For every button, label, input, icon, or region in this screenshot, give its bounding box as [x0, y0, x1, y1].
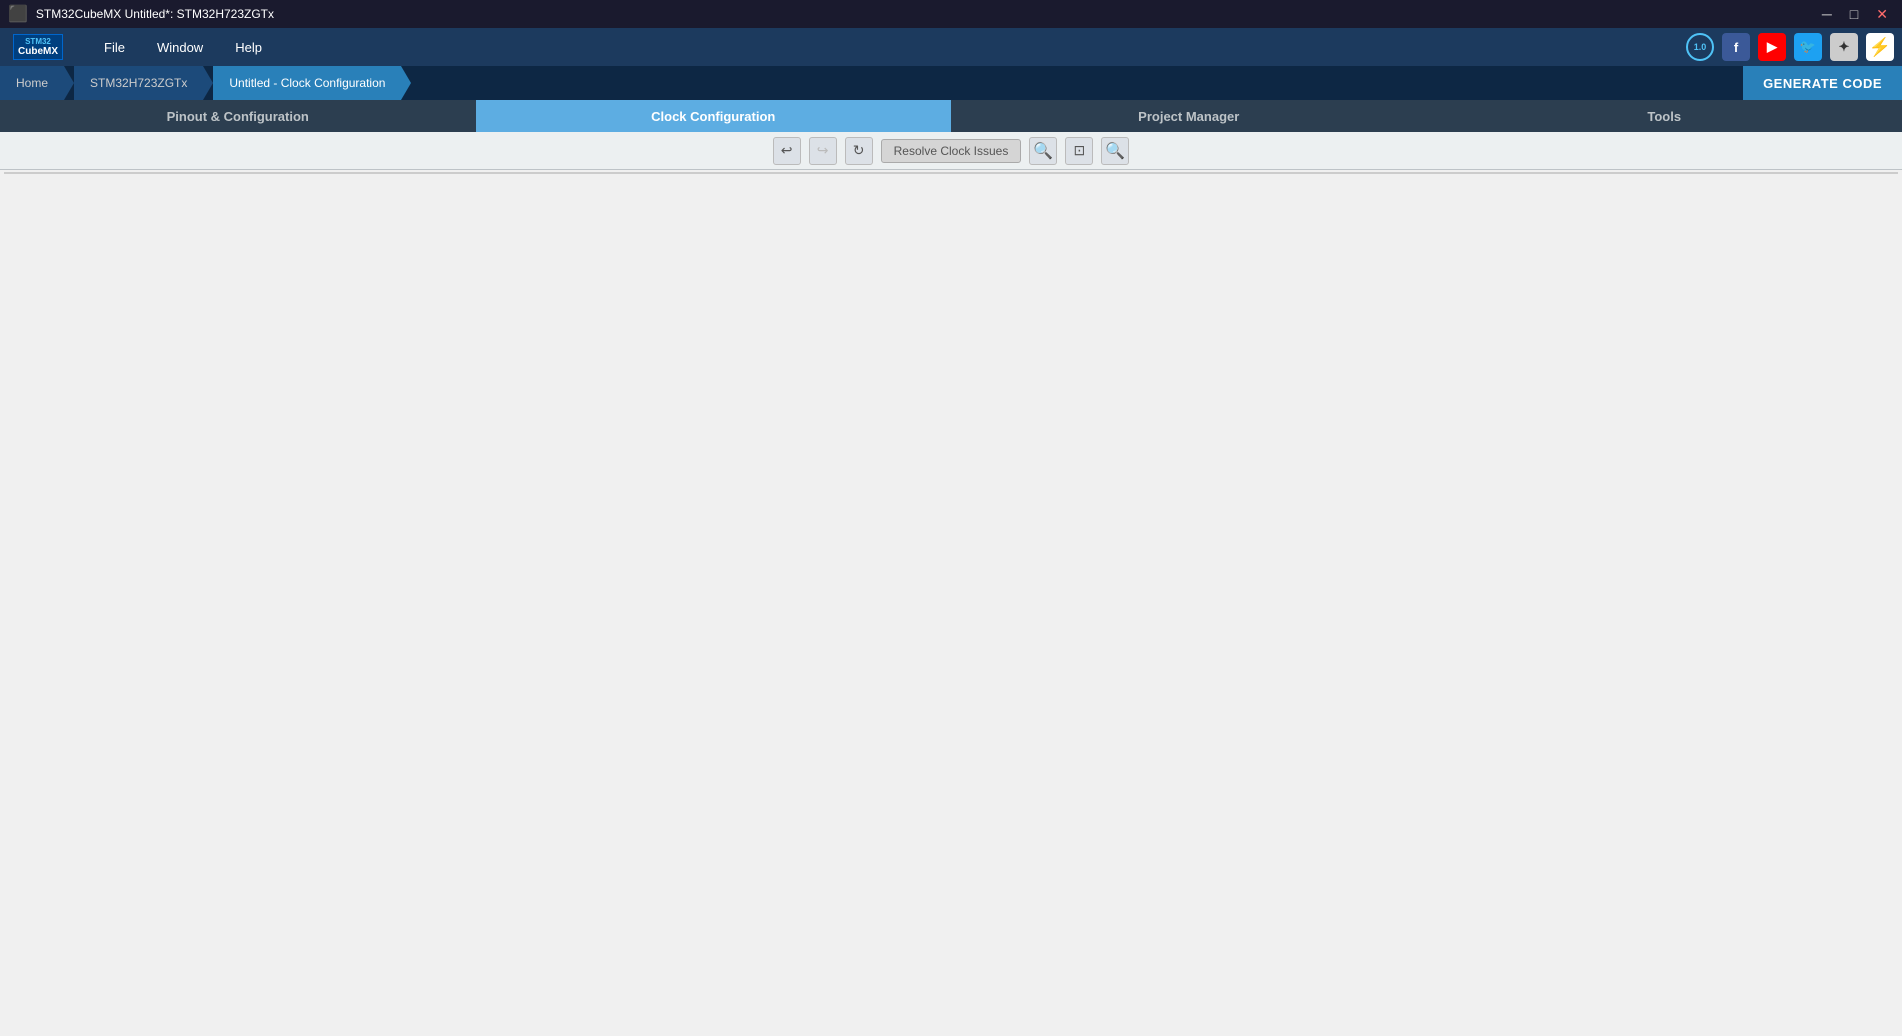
breadcrumb-config[interactable]: Untitled - Clock Configuration: [213, 66, 401, 100]
zoom-in-button[interactable]: 🔍: [1029, 137, 1057, 165]
refresh-button[interactable]: ↻: [845, 137, 873, 165]
app-logo: STM32 CubeMX: [8, 32, 68, 62]
menu-help[interactable]: Help: [219, 34, 278, 61]
close-btn[interactable]: ✕: [1870, 4, 1894, 25]
breadcrumb-arrow2: [203, 66, 213, 100]
twitter-icon[interactable]: 🐦: [1794, 33, 1822, 61]
zoom-out-button[interactable]: 🔍: [1101, 137, 1129, 165]
tab-bar: Pinout & Configuration Clock Configurati…: [0, 100, 1902, 132]
version-badge: 1.0: [1686, 33, 1714, 61]
title-bar-controls: ─ □ ✕: [1816, 4, 1894, 25]
app-icon: ⬛: [8, 4, 28, 24]
title-bar: ⬛ STM32CubeMX Untitled*: STM32H723ZGTx ─…: [0, 0, 1902, 28]
youtube-icon[interactable]: ▶: [1758, 33, 1786, 61]
window-title: STM32CubeMX Untitled*: STM32H723ZGTx: [36, 7, 274, 21]
tab-pinout[interactable]: Pinout & Configuration: [0, 100, 476, 132]
menu-window[interactable]: Window: [141, 34, 219, 61]
toolbar: ↩ ↪ ↻ Resolve Clock Issues 🔍 ⊡ 🔍: [0, 132, 1902, 170]
menu-bar: STM32 CubeMX File Window Help 1.0 f ▶ 🐦 …: [0, 28, 1902, 66]
star-icon[interactable]: ✦: [1830, 33, 1858, 61]
menu-right: 1.0 f ▶ 🐦 ✦ ⚡: [1686, 33, 1894, 61]
clock-diagram-area: Input frequency 32.768 0-1000 KHz LSI RC…: [4, 172, 1898, 174]
breadcrumb-device[interactable]: STM32H723ZGTx: [74, 66, 203, 100]
breadcrumb-nav: Home STM32H723ZGTx Untitled - Clock Conf…: [0, 66, 1902, 100]
redo-button[interactable]: ↪: [809, 137, 837, 165]
facebook-icon[interactable]: f: [1722, 33, 1750, 61]
logo-text2: CubeMX: [18, 46, 58, 57]
breadcrumb-arrow1: [64, 66, 74, 100]
breadcrumb-arrow3: [401, 66, 411, 100]
fit-all-button[interactable]: ⊡: [1065, 137, 1093, 165]
generate-code-button[interactable]: GENERATE CODE: [1743, 66, 1902, 100]
resolve-clock-issues-button[interactable]: Resolve Clock Issues: [881, 139, 1022, 163]
logo-text1: STM32: [18, 37, 58, 46]
menu-file[interactable]: File: [88, 34, 141, 61]
tab-clock[interactable]: Clock Configuration: [476, 100, 952, 132]
tab-tools[interactable]: Tools: [1427, 100, 1902, 132]
title-bar-left: ⬛ STM32CubeMX Untitled*: STM32H723ZGTx: [8, 4, 274, 24]
maximize-btn[interactable]: □: [1844, 4, 1864, 25]
minimize-btn[interactable]: ─: [1816, 4, 1838, 25]
st-brand-icon[interactable]: ⚡: [1866, 33, 1894, 61]
breadcrumb-home[interactable]: Home: [0, 66, 64, 100]
tab-project[interactable]: Project Manager: [951, 100, 1427, 132]
undo-button[interactable]: ↩: [773, 137, 801, 165]
